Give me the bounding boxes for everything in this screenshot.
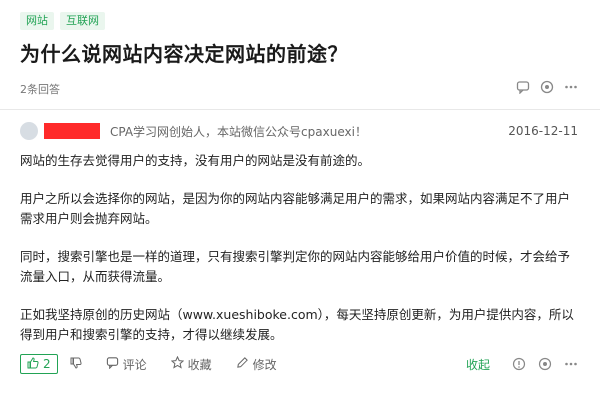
question-actions xyxy=(516,80,578,94)
divider xyxy=(0,109,600,110)
vote-count: 2 xyxy=(43,357,51,371)
answer-paragraph: 正如我坚持原创的历史网站（www.xueshiboke.com），每天坚持原创更… xyxy=(20,307,574,342)
footer-icons xyxy=(512,357,578,371)
answer-date: 2016-12-11 xyxy=(508,124,578,138)
answer-count: 2条回答 xyxy=(20,83,60,96)
author-name-redacted xyxy=(44,123,100,139)
answer-author-row: CPA学习网创始人，本站微信公众号cpaxuexi！ 2016-12-11 xyxy=(20,121,578,141)
avatar[interactable] xyxy=(20,122,38,140)
edit-button[interactable]: 修改 xyxy=(236,356,277,373)
star-icon xyxy=(170,355,184,372)
author-bio: CPA学习网创始人，本站微信公众号cpaxuexi！ xyxy=(110,124,367,139)
question-title: 为什么说网站内容决定网站的前途？ xyxy=(20,42,348,66)
comment-icon xyxy=(106,356,119,372)
answer-paragraph: 同时，搜索引擎也是一样的道理，只有搜索引擎判定你的网站内容能够给用户价值的时候，… xyxy=(20,249,571,284)
edit-label: 修改 xyxy=(252,357,277,372)
favorite-label: 收藏 xyxy=(187,357,212,372)
answer-paragraph: 用户之所以会选择你的网站，是因为你的网站内容能够满足用户的需求，如果网站内容满足… xyxy=(20,191,571,226)
upvote-button[interactable]: 2 xyxy=(20,354,58,374)
more-icon[interactable] xyxy=(564,80,578,94)
answer-paragraph: 网站的生存去觉得用户的支持，没有用户的网站是没有前途的。 xyxy=(20,153,371,168)
comment-label: 评论 xyxy=(122,357,147,372)
eye-icon[interactable] xyxy=(540,80,554,94)
pencil-icon xyxy=(236,356,249,372)
favorite-button[interactable]: 收藏 xyxy=(170,355,212,373)
tag-internet[interactable]: 互联网 xyxy=(60,12,105,30)
more-icon[interactable] xyxy=(564,357,578,371)
share-icon[interactable] xyxy=(538,357,552,371)
tag-website[interactable]: 网站 xyxy=(20,12,54,30)
answer-footer: 2 评论 收藏 修改 收起 xyxy=(20,353,578,375)
collapse-button[interactable]: 收起 xyxy=(466,356,490,373)
thumbs-down-icon xyxy=(70,357,82,372)
answer-body: 网站的生存去觉得用户的支持，没有用户的网站是没有前途的。 用户之所以会选择你的网… xyxy=(20,151,582,363)
downvote-button[interactable] xyxy=(70,357,82,372)
comment-button[interactable]: 评论 xyxy=(106,356,147,373)
tag-list: 网站 互联网 xyxy=(20,12,105,30)
warning-icon[interactable] xyxy=(512,357,526,371)
comment-icon[interactable] xyxy=(516,80,530,94)
thumbs-up-icon xyxy=(27,356,39,372)
